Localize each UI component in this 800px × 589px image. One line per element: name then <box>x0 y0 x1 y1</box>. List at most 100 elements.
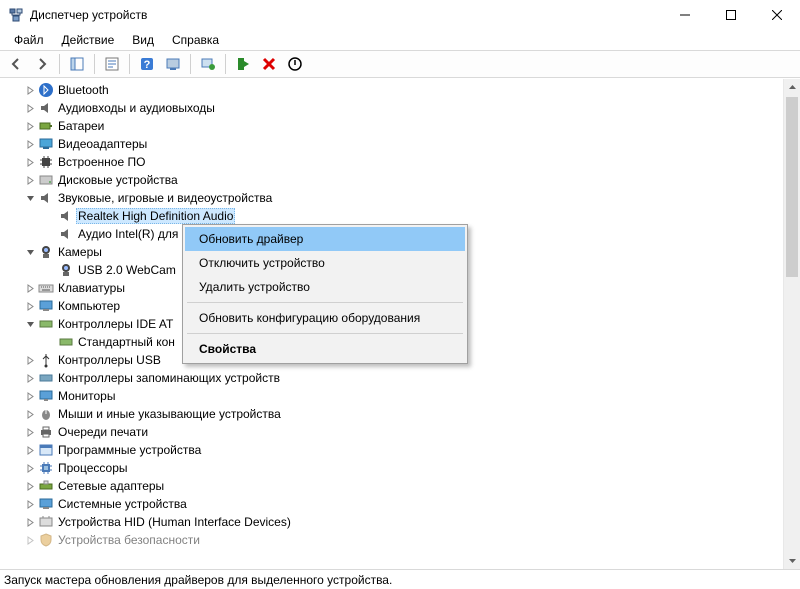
expand-icon[interactable] <box>22 442 38 458</box>
tree-label: Системные устройства <box>58 497 187 511</box>
device-tree[interactable]: Bluetooth Аудиовходы и аудиовыходы Батар… <box>0 79 783 569</box>
expand-icon[interactable] <box>22 82 38 98</box>
status-bar: Запуск мастера обновления драйверов для … <box>0 569 800 589</box>
tree-label: Клавиатуры <box>58 281 125 295</box>
scroll-thumb[interactable] <box>786 97 798 277</box>
ctx-disable[interactable]: Отключить устройство <box>185 251 465 275</box>
scroll-down-button[interactable] <box>784 552 800 569</box>
tree-node-print-queues[interactable]: Очереди печати <box>0 423 783 441</box>
scan-hardware-button[interactable] <box>161 53 185 75</box>
speaker-icon <box>38 100 54 116</box>
tree-node-sound[interactable]: Звуковые, игровые и видеоустройства <box>0 189 783 207</box>
expand-icon[interactable] <box>22 136 38 152</box>
software-icon <box>38 442 54 458</box>
update-driver-button[interactable] <box>196 53 220 75</box>
expand-icon[interactable] <box>22 118 38 134</box>
ctx-separator <box>187 302 463 303</box>
uninstall-device-button[interactable] <box>257 53 281 75</box>
close-button[interactable] <box>754 0 800 30</box>
collapse-icon[interactable] <box>22 244 38 260</box>
hid-icon <box>38 514 54 530</box>
collapse-icon[interactable] <box>22 316 38 332</box>
network-icon <box>38 478 54 494</box>
minimize-button[interactable] <box>662 0 708 30</box>
tree-node-firmware[interactable]: Встроенное ПО <box>0 153 783 171</box>
display-adapter-icon <box>38 136 54 152</box>
tree-label: Встроенное ПО <box>58 155 145 169</box>
expand-icon[interactable] <box>22 388 38 404</box>
svg-text:?: ? <box>144 59 151 71</box>
tree-label: Очереди печати <box>58 425 148 439</box>
app-icon <box>8 7 24 23</box>
tree-node-video-adapters[interactable]: Видеоадаптеры <box>0 135 783 153</box>
status-text: Запуск мастера обновления драйверов для … <box>4 573 392 587</box>
tree-label: Процессоры <box>58 461 128 475</box>
tree-node-system[interactable]: Системные устройства <box>0 495 783 513</box>
back-button[interactable] <box>4 53 28 75</box>
tree-node-network[interactable]: Сетевые адаптеры <box>0 477 783 495</box>
expand-icon[interactable] <box>22 298 38 314</box>
menu-view[interactable]: Вид <box>124 31 162 49</box>
expand-icon[interactable] <box>22 352 38 368</box>
expand-icon[interactable] <box>22 514 38 530</box>
chip-icon <box>38 154 54 170</box>
maximize-button[interactable] <box>708 0 754 30</box>
mouse-icon <box>38 406 54 422</box>
tree-node-realtek[interactable]: Realtek High Definition Audio <box>0 207 783 225</box>
tree-node-audio-io[interactable]: Аудиовходы и аудиовыходы <box>0 99 783 117</box>
show-hide-tree-button[interactable] <box>65 53 89 75</box>
menu-help[interactable]: Справка <box>164 31 227 49</box>
forward-button[interactable] <box>30 53 54 75</box>
expand-icon[interactable] <box>22 424 38 440</box>
enable-device-button[interactable] <box>231 53 255 75</box>
expand-icon[interactable] <box>22 478 38 494</box>
tree-node-bluetooth[interactable]: Bluetooth <box>0 81 783 99</box>
expand-icon[interactable] <box>22 496 38 512</box>
expand-icon[interactable] <box>22 370 38 386</box>
tree-label: Контроллеры запоминающих устройств <box>58 371 280 385</box>
tree-label: Realtek High Definition Audio <box>76 208 235 224</box>
camera-icon <box>38 244 54 260</box>
tree-label: Звуковые, игровые и видеоустройства <box>58 191 272 205</box>
disable-device-button[interactable] <box>283 53 307 75</box>
tree-node-processors[interactable]: Процессоры <box>0 459 783 477</box>
tree-node-monitors[interactable]: Мониторы <box>0 387 783 405</box>
expand-icon[interactable] <box>22 460 38 476</box>
tree-node-storage[interactable]: Контроллеры запоминающих устройств <box>0 369 783 387</box>
tree-label: Устройства HID (Human Interface Devices) <box>58 515 291 529</box>
vertical-scrollbar[interactable] <box>783 79 800 569</box>
tree-node-security[interactable]: Устройства безопасности <box>0 531 783 549</box>
titlebar: Диспетчер устройств <box>0 0 800 30</box>
usb-icon <box>38 352 54 368</box>
tree-node-batteries[interactable]: Батареи <box>0 117 783 135</box>
expand-icon[interactable] <box>22 406 38 422</box>
menu-file[interactable]: Файл <box>6 31 52 49</box>
expand-icon[interactable] <box>22 154 38 170</box>
expand-icon[interactable] <box>22 280 38 296</box>
collapse-icon[interactable] <box>22 190 38 206</box>
help-button[interactable]: ? <box>135 53 159 75</box>
speaker-icon <box>58 208 74 224</box>
expand-icon[interactable] <box>22 532 38 548</box>
tree-node-mice[interactable]: Мыши и иные указывающие устройства <box>0 405 783 423</box>
tree-node-disk[interactable]: Дисковые устройства <box>0 171 783 189</box>
ctx-uninstall[interactable]: Удалить устройство <box>185 275 465 299</box>
tree-label: Сетевые адаптеры <box>58 479 164 493</box>
expand-icon[interactable] <box>22 172 38 188</box>
speaker-icon <box>38 190 54 206</box>
properties-button[interactable] <box>100 53 124 75</box>
tree-label: Батареи <box>58 119 104 133</box>
tree-container: Bluetooth Аудиовходы и аудиовыходы Батар… <box>0 78 800 569</box>
tree-node-software-devices[interactable]: Программные устройства <box>0 441 783 459</box>
scroll-up-button[interactable] <box>784 79 800 96</box>
expand-icon[interactable] <box>22 100 38 116</box>
ctx-properties[interactable]: Свойства <box>185 337 465 361</box>
ctx-scan[interactable]: Обновить конфигурацию оборудования <box>185 306 465 330</box>
disk-icon <box>38 172 54 188</box>
bluetooth-icon <box>38 82 54 98</box>
tree-node-hid[interactable]: Устройства HID (Human Interface Devices) <box>0 513 783 531</box>
camera-icon <box>58 262 74 278</box>
tree-label: Дисковые устройства <box>58 173 178 187</box>
ctx-update-driver[interactable]: Обновить драйвер <box>185 227 465 251</box>
menu-action[interactable]: Действие <box>54 31 123 49</box>
